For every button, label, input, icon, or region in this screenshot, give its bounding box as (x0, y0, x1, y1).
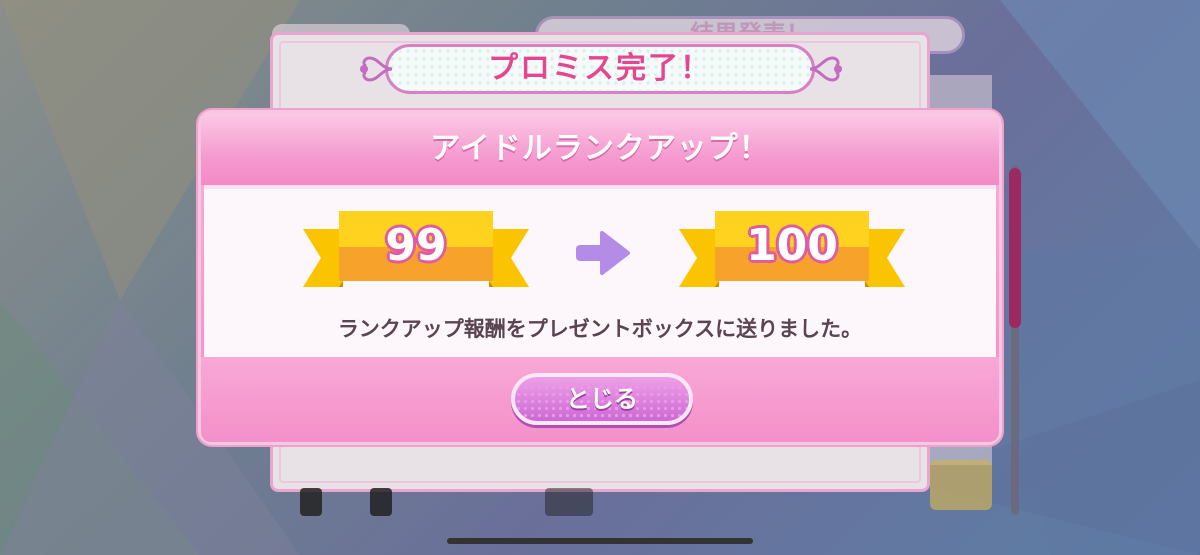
modal-title: アイドルランクアップ！ (430, 131, 770, 166)
character-feet (300, 488, 322, 516)
promise-title-banner: プロミス完了！ (385, 44, 815, 94)
character-feet (370, 488, 392, 516)
modal-header: アイドルランクアップ！ (201, 113, 999, 185)
flourish-icon (809, 56, 842, 82)
promise-title: プロミス完了！ (488, 51, 712, 86)
close-button[interactable]: とじる (511, 373, 693, 425)
close-button-label: とじる (566, 385, 638, 413)
rank-before-ribbon: 99 (303, 211, 529, 291)
scrollbar-thumb[interactable] (1009, 168, 1021, 328)
character-figure (545, 488, 593, 516)
back-gold-button (930, 460, 992, 510)
reward-message: ランクアップ報酬をプレゼントボックスに送りました。 (337, 317, 863, 341)
rank-up-modal: アイドルランクアップ！ 99 100 ランクアップ報酬をプレゼントボックスに送り… (198, 110, 1002, 445)
rank-after-ribbon: 100 (679, 211, 905, 291)
rank-before-value: 99 (385, 220, 447, 271)
arrow-right-icon (576, 231, 630, 275)
rank-after-value: 100 (746, 220, 838, 271)
flourish-icon (360, 56, 393, 82)
home-indicator[interactable] (447, 538, 753, 544)
